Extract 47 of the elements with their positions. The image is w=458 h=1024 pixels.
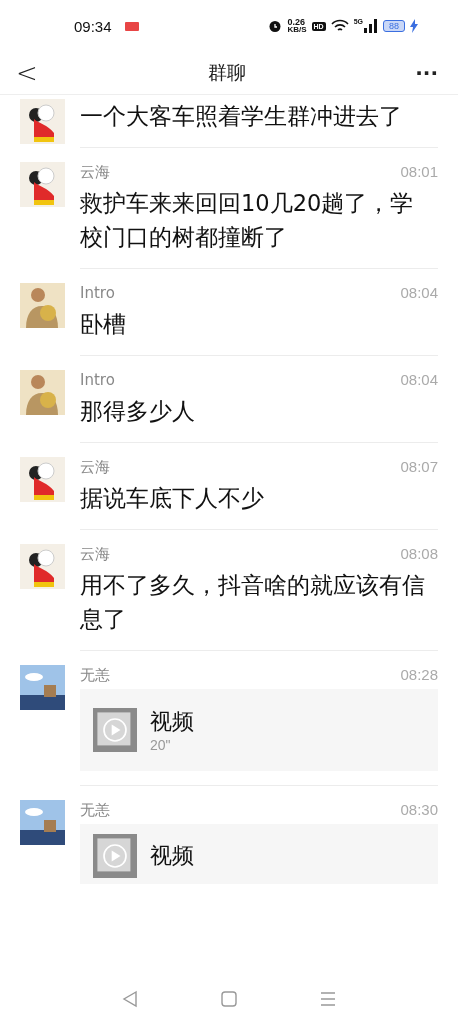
signal-icon [364,19,378,33]
wifi-icon [330,19,349,33]
chat-title: 群聊 [207,60,246,85]
sender-name: 云海 [80,162,110,182]
video-label: 视频 [150,708,194,736]
sender-name: 云海 [80,457,110,477]
sender-name: Intro [80,370,115,390]
battery-level: 88 [383,20,405,32]
message-time: 08:04 [400,370,438,390]
video-label: 视频 [150,842,194,870]
message-time: 08:28 [400,665,438,685]
more-button[interactable]: ··· [415,61,438,85]
message-text: 救护车来来回回10几20趟了，学校门口的树都撞断了 [80,189,415,252]
cartoon-avatar[interactable] [20,99,65,144]
sender-name: 无恙 [80,665,110,685]
sender-name: 无恙 [80,800,110,820]
sender-name: Intro [80,283,115,303]
message-time: 08:08 [400,544,438,564]
message-time: 08:30 [400,800,438,820]
message-time: 08:07 [400,457,438,477]
charging-icon [410,19,418,33]
message-text: 据说车底下人不少 [80,484,265,513]
message-text: 那得多少人 [80,397,196,426]
video-thumbnail-icon [93,834,137,878]
speed-unit: KB/S [287,26,307,34]
cartoon-avatar[interactable] [20,457,65,502]
video-duration: 20" [150,737,172,753]
video-card[interactable]: 视频 [80,824,438,884]
cartoon-avatar[interactable] [20,544,65,589]
message-text: 一个大客车照着学生群冲进去了 [80,102,403,131]
video-card[interactable]: 视频 20" [80,689,438,771]
back-button[interactable]: < [16,58,38,88]
message-text: 卧槽 [80,310,127,339]
notification-icon [124,21,139,31]
message-time: 08:01 [400,162,438,182]
alarm-icon [268,19,283,33]
speed-value: 0.26 [287,18,306,26]
sky-photo-avatar[interactable] [20,800,65,845]
home-nav-icon[interactable] [220,990,238,1008]
message-text: 用不了多久，抖音啥的就应该有信息了 [80,571,426,634]
status-time: 09:34 [74,17,112,35]
sender-name: 云海 [80,544,110,564]
sky-photo-avatar[interactable] [20,665,65,710]
cartoon-avatar[interactable] [20,162,65,207]
back-nav-icon[interactable] [120,990,139,1008]
video-thumbnail-icon [93,708,137,752]
message-time: 08:04 [400,283,438,303]
